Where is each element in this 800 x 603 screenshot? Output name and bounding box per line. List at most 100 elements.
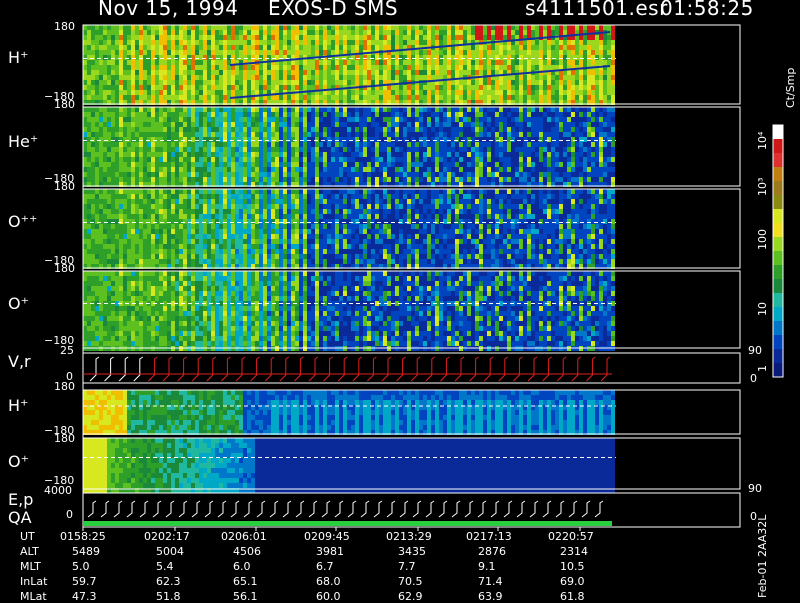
heatmap-cell (395, 25, 399, 30)
heatmap-cell (387, 35, 391, 40)
heatmap-cell (291, 107, 295, 112)
heatmap-cell (355, 157, 359, 162)
heatmap-cell (215, 80, 219, 85)
heatmap-cell (227, 157, 231, 162)
heatmap-cell (255, 249, 259, 254)
heatmap-cell (331, 167, 335, 172)
heatmap-cell (159, 55, 163, 60)
heatmap-cell (139, 95, 143, 100)
heatmap-cell (407, 122, 411, 127)
heatmap-cell (499, 172, 503, 177)
heatmap-cell (103, 204, 107, 209)
heatmap-cell (115, 157, 119, 162)
heatmap-cell (227, 90, 231, 95)
heatmap-cell (323, 40, 327, 45)
heatmap-cell (607, 127, 611, 132)
heatmap-cell (147, 204, 151, 209)
heatmap-cell (519, 172, 523, 177)
heatmap-cell (259, 234, 263, 239)
heatmap-cell (407, 75, 411, 80)
heatmap-cell (87, 127, 91, 132)
heatmap-cell (363, 90, 367, 95)
heatmap-cell (243, 55, 247, 60)
heatmap-cell (407, 112, 411, 117)
heatmap-cell (239, 239, 243, 244)
heatmap-cell (135, 152, 139, 157)
heatmap-cell (203, 254, 207, 259)
heatmap-cell (499, 25, 503, 30)
heatmap-cell (199, 214, 203, 219)
heatmap-cell (583, 127, 587, 132)
heatmap-cell (183, 189, 187, 194)
heatmap-cell (363, 65, 367, 70)
heatmap-cell (187, 122, 191, 127)
heatmap-cell (351, 95, 355, 100)
heatmap-cell (487, 55, 491, 60)
heatmap-cell (371, 167, 375, 172)
heatmap-cell (107, 70, 111, 75)
heatmap-cell (379, 90, 383, 95)
heatmap-cell (607, 85, 611, 90)
heatmap-cell (155, 85, 159, 90)
heatmap-cell (135, 127, 139, 132)
heatmap-cell (435, 162, 439, 167)
heatmap-cell (251, 234, 255, 239)
heatmap-cell (119, 147, 123, 152)
heatmap-cell (575, 117, 579, 122)
heatmap-cell (167, 117, 171, 122)
heatmap-cell (583, 80, 587, 85)
heatmap-cell (407, 50, 411, 55)
heatmap-cell (403, 112, 407, 117)
heatmap-cell (499, 45, 503, 50)
heatmap-cell (239, 249, 243, 254)
heatmap-cell (495, 162, 499, 167)
heatmap-cell (603, 55, 607, 60)
heatmap-cell (555, 117, 559, 122)
heatmap-cell (167, 95, 171, 100)
heatmap-cell (223, 157, 227, 162)
heatmap-cell (603, 90, 607, 95)
heatmap-cell (587, 45, 591, 50)
heatmap-cell (211, 85, 215, 90)
heatmap-cell (175, 147, 179, 152)
heatmap-cell (471, 107, 475, 112)
heatmap-cell (455, 167, 459, 172)
heatmap-cell (131, 95, 135, 100)
heatmap-cell (547, 172, 551, 177)
heatmap-cell (415, 50, 419, 55)
heatmap-cell (527, 147, 531, 152)
heatmap-cell (83, 95, 87, 100)
heatmap-cell (215, 229, 219, 234)
heatmap-cell (319, 30, 323, 35)
heatmap-cell (275, 30, 279, 35)
heatmap-cell (331, 177, 335, 182)
heatmap-cell (227, 162, 231, 167)
heatmap-cell (255, 142, 259, 147)
heatmap-cell (259, 40, 263, 45)
heatmap-cell (543, 162, 547, 167)
heatmap-cell (431, 157, 435, 162)
heatmap-cell (155, 254, 159, 259)
heatmap-cell (323, 127, 327, 132)
heatmap-cell (123, 157, 127, 162)
heatmap-cell (531, 55, 535, 60)
heatmap-cell (227, 219, 231, 224)
heatmap-cell (203, 30, 207, 35)
heatmap-cell (107, 122, 111, 127)
heatmap-cell (611, 70, 615, 75)
heatmap-cell (371, 75, 375, 80)
heatmap-cell (111, 194, 115, 199)
heatmap-cell (239, 244, 243, 249)
heatmap-cell (147, 244, 151, 249)
heatmap-cell (427, 60, 431, 65)
heatmap-cell (251, 112, 255, 117)
heatmap-cell (571, 147, 575, 152)
heatmap-cell (215, 35, 219, 40)
heatmap-cell (519, 157, 523, 162)
heatmap-cell (183, 162, 187, 167)
heatmap-cell (351, 90, 355, 95)
heatmap-cell (595, 85, 599, 90)
heatmap-cell (283, 162, 287, 167)
heatmap-cell (239, 177, 243, 182)
heatmap-cell (507, 117, 511, 122)
